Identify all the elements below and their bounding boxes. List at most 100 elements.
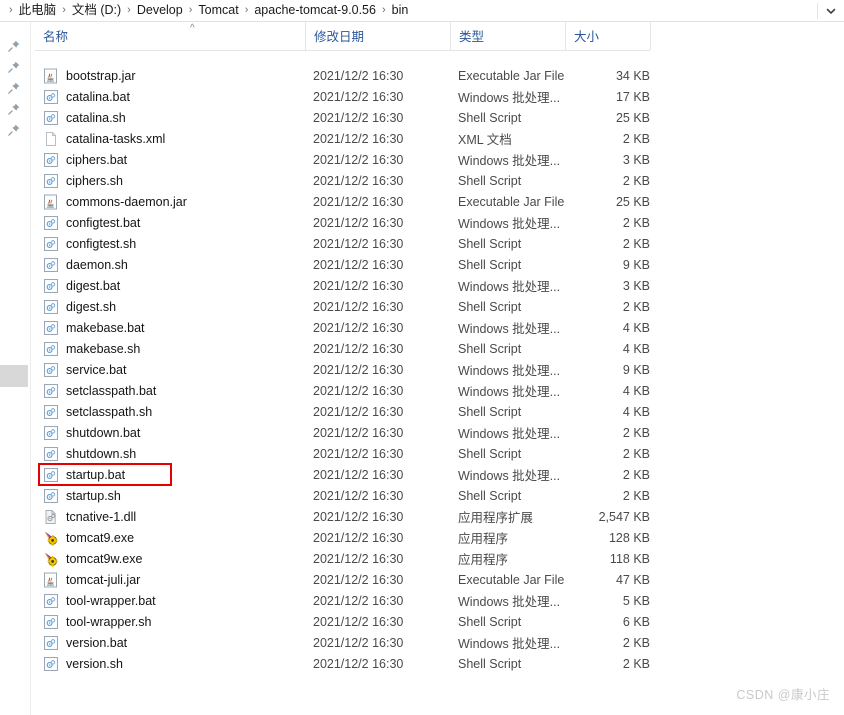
table-row[interactable]: digest.bat 2021/12/2 16:30 Windows 批处理... 3… xyxy=(35,275,655,296)
table-row[interactable]: shutdown.sh 2021/12/2 16:30 Shell Script 2 … xyxy=(35,443,655,464)
pin-icon[interactable] xyxy=(7,81,21,95)
table-row[interactable]: shutdown.bat 2021/12/2 16:30 Windows 批处理..… xyxy=(35,422,655,443)
navigation-pane[interactable] xyxy=(0,22,30,715)
table-row[interactable]: tomcat9.exe 2021/12/2 16:30 应用程序 128 KB xyxy=(35,527,655,548)
column-header-row[interactable]: 名称 ^ 修改日期 类型 大小 xyxy=(35,22,651,51)
table-row[interactable]: tomcat-juli.jar 2021/12/2 16:30 Executable… xyxy=(35,569,655,590)
column-header-type[interactable]: 类型 xyxy=(450,22,565,50)
table-row[interactable]: catalina-tasks.xml 2021/12/2 16:30 XML 文档 2… xyxy=(35,128,655,149)
file-name-cell[interactable]: digest.bat xyxy=(43,278,305,294)
table-row[interactable]: setclasspath.bat 2021/12/2 16:30 Windows 批… xyxy=(35,380,655,401)
table-row[interactable]: commons-daemon.jar 2021/12/2 16:30 Executa… xyxy=(35,191,655,212)
breadcrumb-item-1[interactable]: 此电脑 xyxy=(18,0,58,21)
file-name-cell[interactable]: digest.sh xyxy=(43,299,305,315)
chevron-down-icon[interactable] xyxy=(818,0,844,21)
file-name-label: tomcat9.exe xyxy=(66,530,135,545)
watermark: CSDN @康小庄 xyxy=(736,688,830,702)
file-name-cell[interactable]: daemon.sh xyxy=(43,257,305,273)
file-name-cell[interactable]: tcnative-1.dll xyxy=(43,509,305,525)
file-name-cell[interactable]: makebase.bat xyxy=(43,320,305,336)
pin-icon[interactable] xyxy=(7,60,21,74)
script-icon xyxy=(43,173,59,189)
file-name-cell[interactable]: service.bat xyxy=(43,362,305,378)
column-header-date[interactable]: 修改日期 xyxy=(305,22,450,50)
breadcrumb[interactable]: › 此电脑 › 文档 (D:) › Develop › Tomcat › apache-tomca… xyxy=(0,0,817,21)
table-row[interactable]: digest.sh 2021/12/2 16:30 Shell Script 2 KB xyxy=(35,296,655,317)
file-name-label: startup.sh xyxy=(66,488,121,503)
file-size-cell: 2 KB xyxy=(622,467,650,482)
file-name-cell[interactable]: setclasspath.sh xyxy=(43,404,305,420)
file-name-cell[interactable]: version.bat xyxy=(43,635,305,651)
file-name-cell[interactable]: tomcat9.exe xyxy=(43,530,305,546)
table-row[interactable]: configtest.bat 2021/12/2 16:30 Windows 批处理… xyxy=(35,212,655,233)
table-row[interactable]: tool-wrapper.bat 2021/12/2 16:30 Windows 批… xyxy=(35,590,655,611)
table-row[interactable]: configtest.sh 2021/12/2 16:30 Shell Script… xyxy=(35,233,655,254)
file-name-cell[interactable]: version.sh xyxy=(43,656,305,672)
file-type-cell: 应用程序扩展 xyxy=(458,511,534,525)
file-name-cell[interactable]: tool-wrapper.sh xyxy=(43,614,305,630)
table-row[interactable]: tomcat9w.exe 2021/12/2 16:30 应用程序 118 KB xyxy=(35,548,655,569)
file-list[interactable]: bootstrap.jar 2021/12/2 16:30 Executable J… xyxy=(35,65,655,674)
table-row[interactable]: makebase.bat 2021/12/2 16:30 Windows 批处理..… xyxy=(35,317,655,338)
breadcrumb-item-5[interactable]: apache-tomcat-9.0.56 xyxy=(253,0,377,21)
file-name-cell[interactable]: shutdown.sh xyxy=(43,446,305,462)
table-row[interactable]: daemon.sh 2021/12/2 16:30 Shell Script 9 KB xyxy=(35,254,655,275)
table-row[interactable]: ciphers.bat 2021/12/2 16:30 Windows 批处理...… xyxy=(35,149,655,170)
address-bar[interactable]: › 此电脑 › 文档 (D:) › Develop › Tomcat › apache-tomca… xyxy=(0,0,844,22)
table-row[interactable]: catalina.bat 2021/12/2 16:30 Windows 批处理..… xyxy=(35,86,655,107)
file-date-cell: 2021/12/2 16:30 xyxy=(313,110,404,125)
file-date-cell: 2021/12/2 16:30 xyxy=(313,299,404,314)
file-name-cell[interactable]: commons-daemon.jar xyxy=(43,194,305,210)
breadcrumb-item-4[interactable]: Tomcat xyxy=(197,0,239,21)
pin-icon[interactable] xyxy=(7,102,21,116)
table-row[interactable]: bootstrap.jar 2021/12/2 16:30 Executable J… xyxy=(35,65,655,86)
table-row[interactable]: tcnative-1.dll 2021/12/2 16:30 应用程序扩展 2,547… xyxy=(35,506,655,527)
table-row[interactable]: version.sh 2021/12/2 16:30 Shell Script 2 K… xyxy=(35,653,655,674)
file-name-label: setclasspath.sh xyxy=(66,404,153,419)
file-name-cell[interactable]: makebase.sh xyxy=(43,341,305,357)
file-type-cell: Shell Script xyxy=(458,173,522,188)
table-row[interactable]: service.bat 2021/12/2 16:30 Windows 批处理...… xyxy=(35,359,655,380)
table-row[interactable]: makebase.sh 2021/12/2 16:30 Shell Script 4 … xyxy=(35,338,655,359)
table-row[interactable]: version.bat 2021/12/2 16:30 Windows 批处理...… xyxy=(35,632,655,653)
table-row[interactable]: setclasspath.sh 2021/12/2 16:30 Shell Scri… xyxy=(35,401,655,422)
pin-icon[interactable] xyxy=(7,123,21,137)
breadcrumb-item-3[interactable]: Develop xyxy=(136,0,184,21)
file-name-label: shutdown.sh xyxy=(66,446,137,461)
file-name-cell[interactable]: catalina.sh xyxy=(43,110,305,126)
file-name-cell[interactable]: tomcat-juli.jar xyxy=(43,572,305,588)
table-row[interactable]: catalina.sh 2021/12/2 16:30 Shell Script 25… xyxy=(35,107,655,128)
column-header-name[interactable]: 名称 ^ xyxy=(35,22,305,50)
script-icon xyxy=(43,341,59,357)
file-name-cell[interactable]: setclasspath.bat xyxy=(43,383,305,399)
breadcrumb-item-6[interactable]: bin xyxy=(391,0,410,21)
file-type-cell: Shell Script xyxy=(458,341,522,356)
file-name-cell[interactable]: configtest.sh xyxy=(43,236,305,252)
file-name-label: commons-daemon.jar xyxy=(66,194,187,209)
file-name-cell[interactable]: ciphers.bat xyxy=(43,152,305,168)
file-date-cell: 2021/12/2 16:30 xyxy=(313,530,404,545)
file-name-cell[interactable]: configtest.bat xyxy=(43,215,305,231)
file-name-cell[interactable]: startup.bat xyxy=(43,467,305,483)
file-date-cell: 2021/12/2 16:30 xyxy=(313,404,404,419)
file-name-cell[interactable]: ciphers.sh xyxy=(43,173,305,189)
file-name-cell[interactable]: bootstrap.jar xyxy=(43,68,305,84)
file-type-cell: Shell Script xyxy=(458,656,522,671)
file-name-cell[interactable]: shutdown.bat xyxy=(43,425,305,441)
pin-icon[interactable] xyxy=(7,39,21,53)
file-name-cell[interactable]: tool-wrapper.bat xyxy=(43,593,305,609)
table-row[interactable]: ciphers.sh 2021/12/2 16:30 Shell Script 2 K… xyxy=(35,170,655,191)
file-date-cell: 2021/12/2 16:30 xyxy=(313,68,404,83)
column-header-size[interactable]: 大小 xyxy=(565,22,650,50)
table-row[interactable]: startup.sh 2021/12/2 16:30 Shell Script 2 K… xyxy=(35,485,655,506)
file-size-cell: 2 KB xyxy=(622,425,650,440)
file-name-cell[interactable]: startup.sh xyxy=(43,488,305,504)
table-row[interactable]: tool-wrapper.sh 2021/12/2 16:30 Shell Scri… xyxy=(35,611,655,632)
file-name-cell[interactable]: catalina.bat xyxy=(43,89,305,105)
nav-scrollbar-thumb[interactable] xyxy=(0,365,28,387)
breadcrumb-item-2[interactable]: 文档 (D:) xyxy=(71,0,122,21)
table-row[interactable]: startup.bat 2021/12/2 16:30 Windows 批处理...… xyxy=(35,464,655,485)
file-name-cell[interactable]: catalina-tasks.xml xyxy=(43,131,305,147)
file-name-cell[interactable]: tomcat9w.exe xyxy=(43,551,305,567)
file-name-label: tomcat9w.exe xyxy=(66,551,143,566)
